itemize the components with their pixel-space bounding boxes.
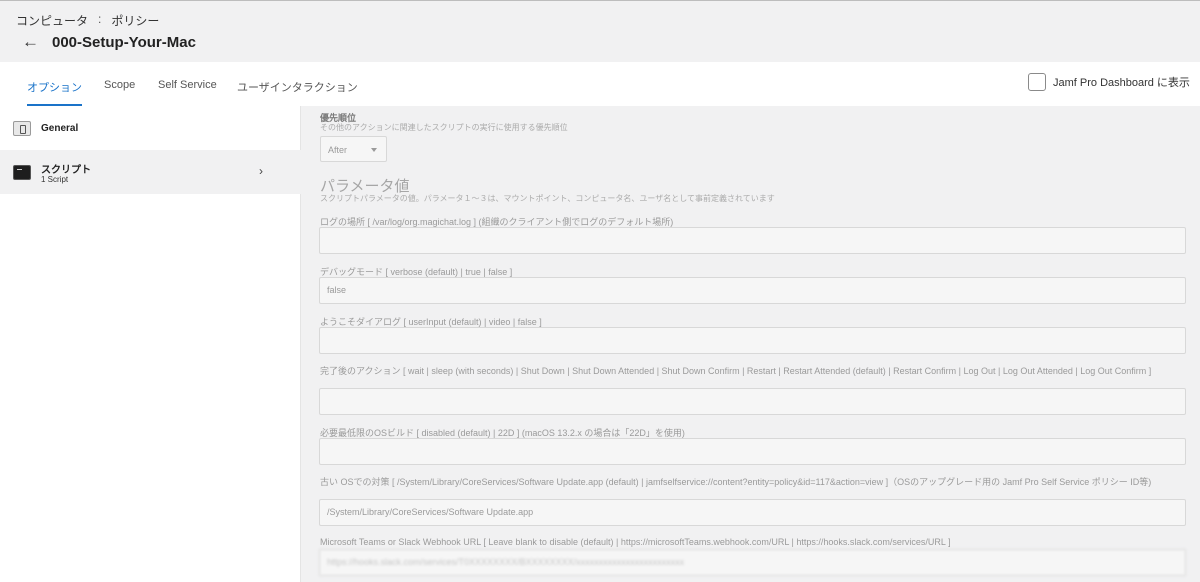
page-header: コンピュータ : ポリシー ← 000-Setup-Your-Mac: [0, 0, 1200, 62]
parameters-hint: スクリプトパラメータの値。パラメータ１〜３は、マウントポイント、コンピュータ名、…: [320, 194, 775, 203]
priority-value: After: [328, 145, 348, 155]
param-5-input[interactable]: false: [319, 277, 1186, 304]
tab-bar: オプション Scope Self Service ユーザインタラクション Jam…: [0, 62, 1200, 106]
sidebar: General スクリプト 1 Script ›: [0, 106, 301, 582]
tab-options[interactable]: オプション: [27, 79, 82, 106]
breadcrumb-current[interactable]: ポリシー: [111, 12, 159, 29]
tab-user-interaction[interactable]: ユーザインタラクション: [237, 79, 358, 106]
tab-scope[interactable]: Scope: [104, 79, 135, 106]
param-9-input[interactable]: /System/Library/CoreServices/Software Up…: [319, 499, 1186, 526]
sidebar-item-label: General: [41, 123, 79, 134]
script-icon: [13, 165, 31, 180]
dashboard-toggle[interactable]: Jamf Pro Dashboard に表示: [1028, 73, 1190, 91]
sidebar-item-label: スクリプト: [41, 165, 91, 176]
dashboard-label: Jamf Pro Dashboard に表示: [1053, 77, 1190, 89]
breadcrumb-separator: :: [98, 12, 102, 26]
priority-select[interactable]: After: [320, 136, 387, 162]
param-10-label: Microsoft Teams or Slack Webhook URL [ L…: [320, 537, 951, 547]
breadcrumb-parent[interactable]: コンピュータ: [16, 12, 88, 29]
caret-down-icon: [371, 148, 377, 152]
priority-hint: その他のアクションに関連したスクリプトの実行に使用する優先順位: [320, 123, 568, 132]
param-9-label: 古い OSでの対策 [ /System/Library/CoreServices…: [320, 477, 1152, 487]
script-options-panel: 優先順位 その他のアクションに関連したスクリプトの実行に使用する優先順位 Aft…: [302, 106, 1200, 582]
param-8-input[interactable]: [319, 438, 1186, 465]
chevron-right-icon: ›: [259, 164, 263, 178]
tab-self-service[interactable]: Self Service: [158, 79, 217, 106]
sidebar-item-scripts[interactable]: スクリプト 1 Script ›: [0, 150, 301, 194]
param-10-input[interactable]: https://hooks.slack.com/services/T0XXXXX…: [319, 549, 1186, 576]
dashboard-checkbox[interactable]: [1028, 73, 1046, 91]
param-6-input[interactable]: [319, 327, 1186, 354]
param-4-input[interactable]: [319, 227, 1186, 254]
page-title: 000-Setup-Your-Mac: [52, 33, 196, 51]
sidebar-item-general[interactable]: General: [0, 106, 301, 150]
back-arrow-icon[interactable]: ←: [22, 32, 39, 52]
sidebar-item-count: 1 Script: [41, 175, 69, 184]
breadcrumb: コンピュータ : ポリシー: [16, 12, 159, 29]
param-7-input[interactable]: [319, 388, 1186, 415]
param-7-label: 完了後のアクション [ wait | sleep (with seconds) …: [320, 366, 1152, 376]
general-icon: [13, 121, 31, 136]
